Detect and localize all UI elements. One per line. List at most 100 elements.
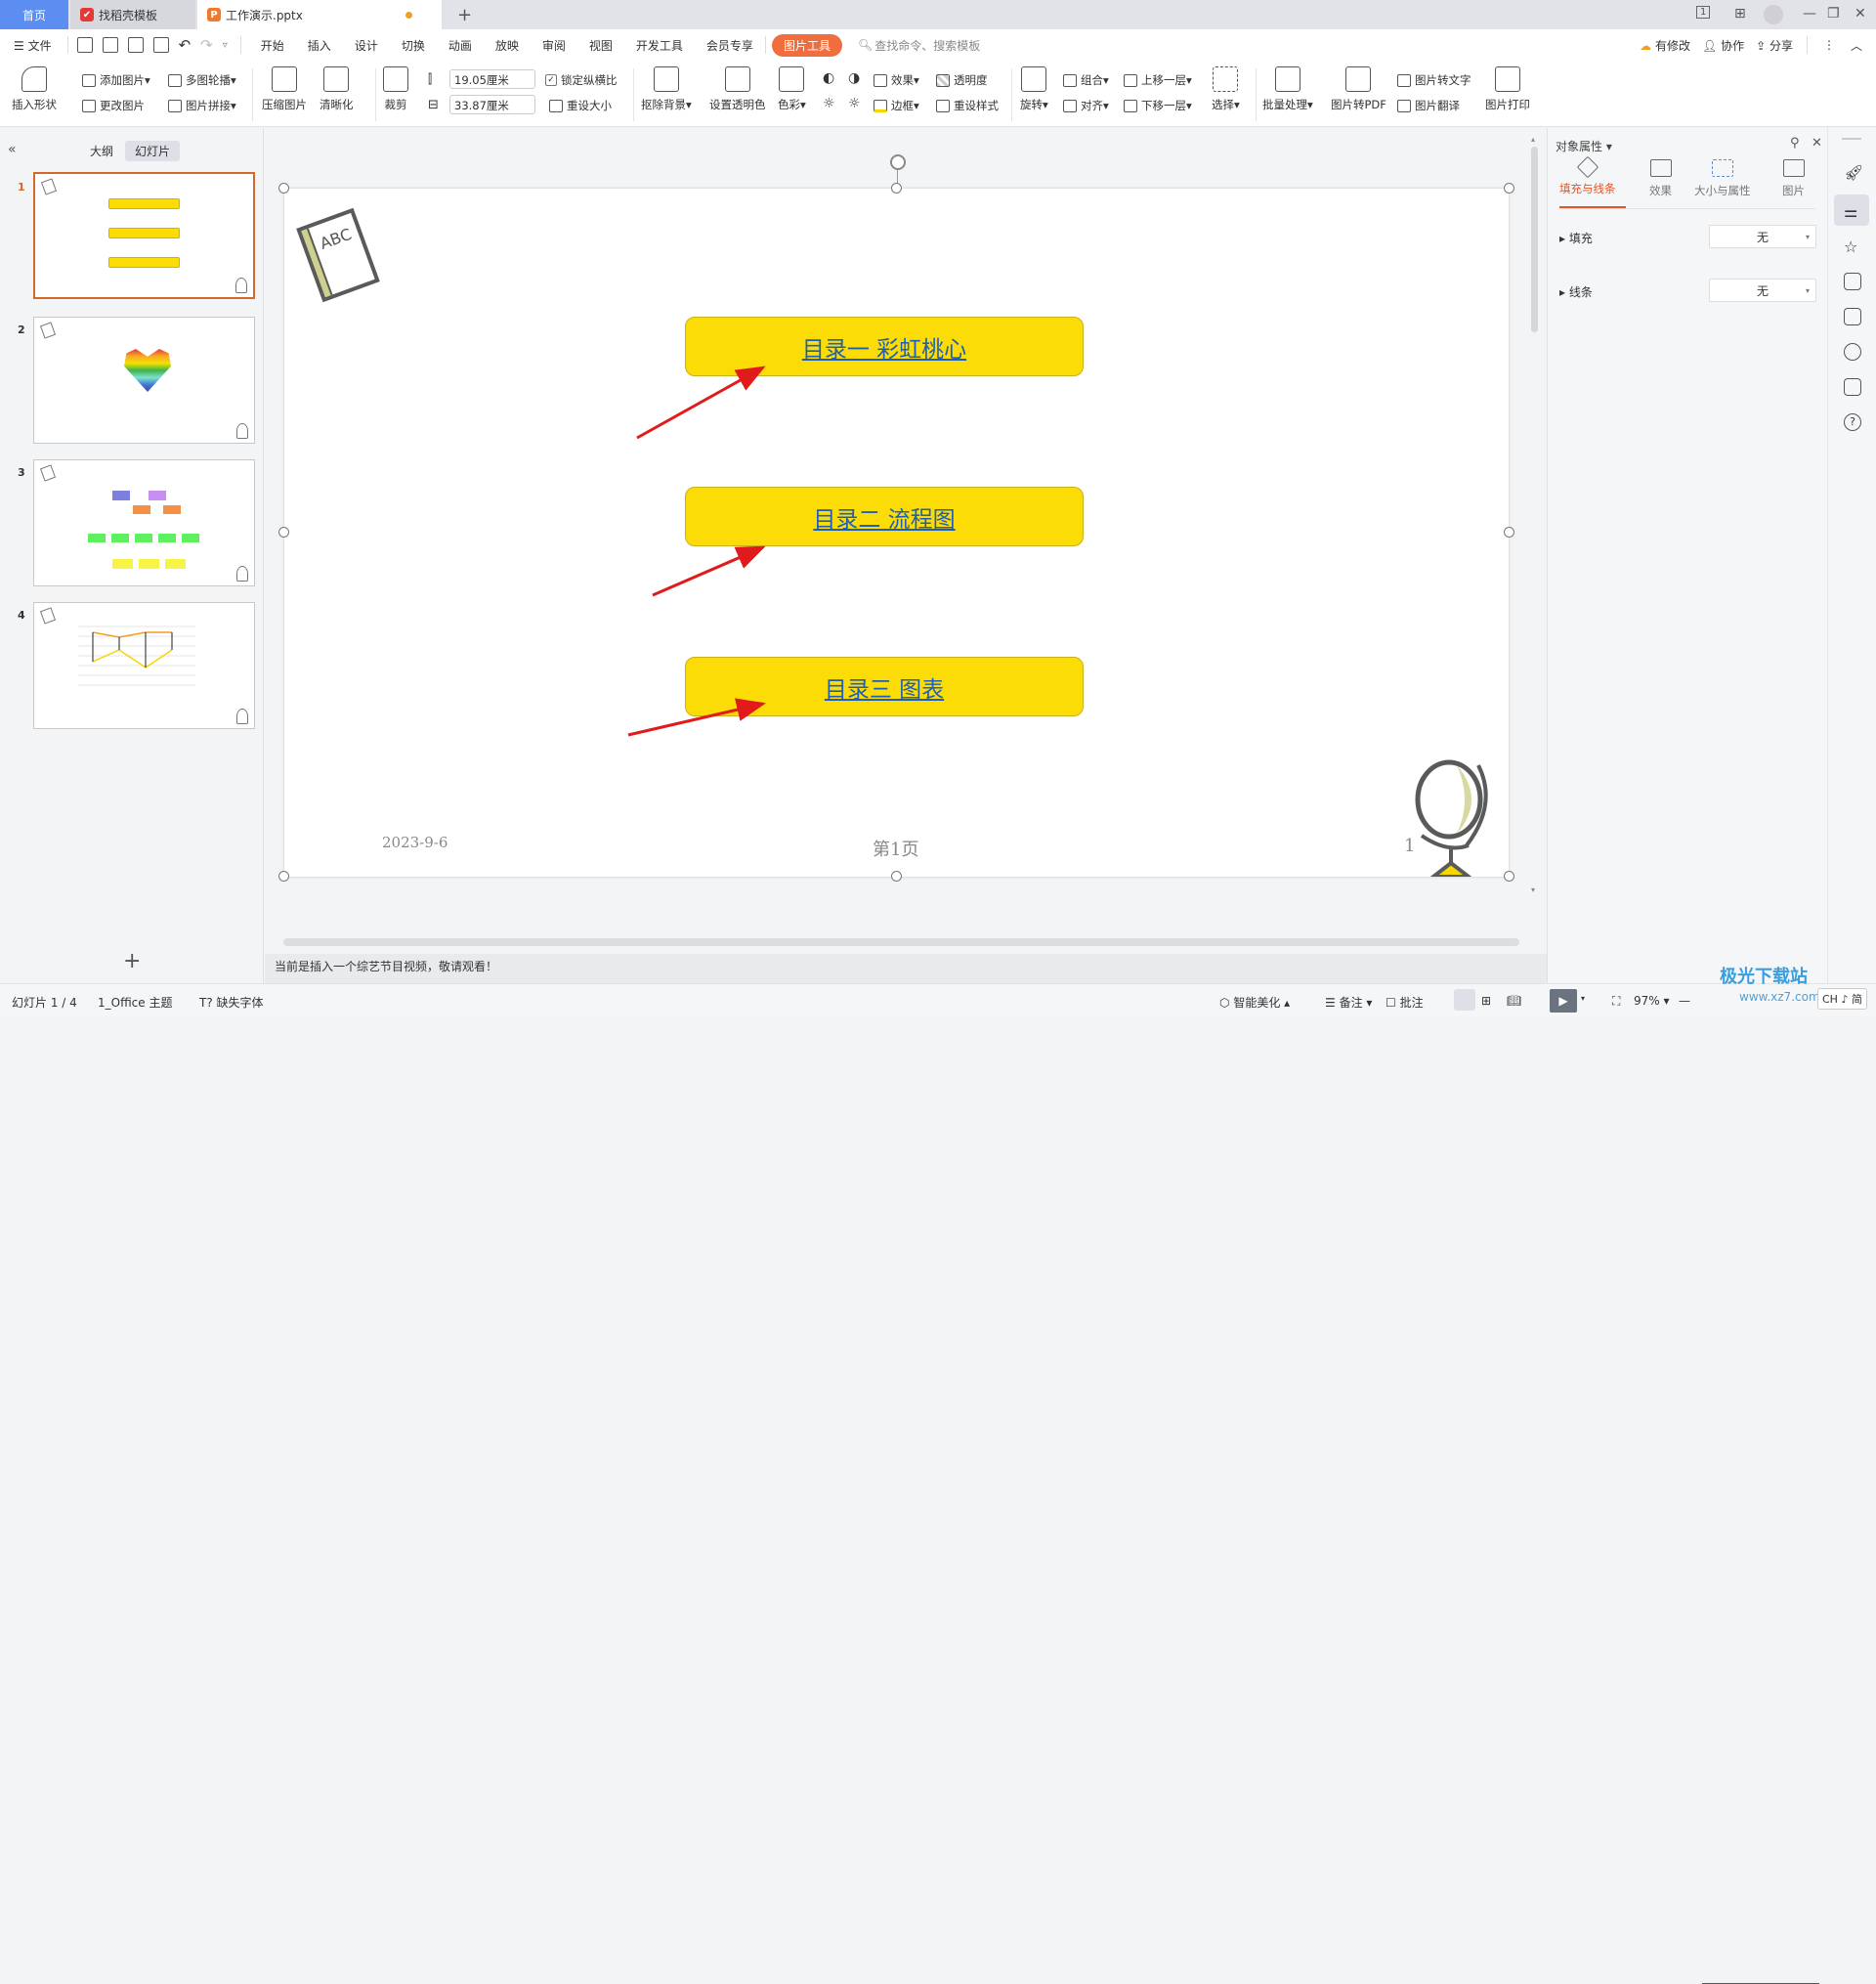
close-panel-icon[interactable]: ✕ [1812, 136, 1822, 151]
resize-handle-sw[interactable] [278, 871, 289, 882]
more-icon[interactable]: ⋮ [1823, 38, 1835, 52]
smart-beautify-button[interactable]: ⬡ 智能美化 ▴ [1219, 994, 1290, 1011]
color-button[interactable]: 色彩▾ [778, 61, 806, 112]
collapse-panel-icon[interactable]: « [8, 142, 17, 157]
export-icon[interactable] [102, 37, 118, 53]
resize-handle-n[interactable] [891, 183, 902, 194]
contrast-increase-icon[interactable]: ◐ [823, 70, 834, 86]
fill-section-toggle[interactable]: ▸ 填充 [1559, 230, 1593, 246]
tab-picture[interactable]: 图片 [1782, 159, 1805, 198]
menu-start[interactable]: 开始 [261, 37, 284, 54]
menu-animation[interactable]: 动画 [448, 37, 472, 54]
menu-member[interactable]: 会员专享 [706, 37, 753, 54]
tab-document[interactable]: P 工作演示.pptx [197, 0, 442, 29]
tab-size-properties[interactable]: 大小与属性 [1694, 159, 1751, 198]
share-button[interactable]: ⇪ 分享 [1756, 37, 1793, 54]
image-gallery-icon[interactable] [1844, 308, 1861, 325]
insert-shape-button[interactable]: 插入形状 [12, 61, 57, 112]
resize-handle-s[interactable] [891, 871, 902, 882]
slide[interactable]: ABC 目录一 彩虹桃心 目录二 流程图 目录三 图表 2023-9-6 第1页… [284, 189, 1509, 877]
undo-icon[interactable]: ↶ [179, 36, 192, 54]
picture-tools-tab[interactable]: 图片工具 [771, 33, 842, 57]
brightness-increase-icon[interactable]: ☼ [823, 96, 835, 111]
comments-button[interactable]: ☐ 批注 [1386, 994, 1424, 1011]
resize-handle-nw[interactable] [278, 183, 289, 194]
panel-title[interactable]: 对象属性 ▾ [1556, 138, 1612, 154]
user-avatar[interactable] [1764, 5, 1783, 24]
slide-thumbnail-2[interactable] [33, 317, 255, 444]
file-menu[interactable]: ☰ 文件 [14, 37, 52, 54]
border-button[interactable]: 边框 ▾ [874, 98, 919, 113]
collaborate-button[interactable]: 👤︎ 协作 [1702, 37, 1744, 54]
resize-handle-e[interactable] [1504, 527, 1514, 538]
redo-icon[interactable]: ↷ [200, 36, 213, 54]
slide-thumbnail-4[interactable] [33, 602, 255, 729]
slide-thumbnail-1[interactable] [33, 172, 255, 299]
slide-thumbnail-3[interactable] [33, 459, 255, 586]
line-dropdown[interactable]: 无 ▾ [1709, 279, 1816, 302]
tab-templates[interactable]: ✔ 找稻壳模板 [70, 0, 195, 29]
align-button[interactable]: 对齐 ▾ [1063, 98, 1109, 113]
remove-background-button[interactable]: 抠除背景▾ [641, 61, 692, 112]
print-preview-icon[interactable] [152, 37, 169, 53]
pin-icon[interactable]: ⚲ [1790, 136, 1800, 151]
modified-status[interactable]: ☁ 有修改 [1640, 37, 1690, 54]
vertical-scrollbar[interactable]: ▴ ▾ [1530, 135, 1539, 936]
add-slide-button[interactable]: + [123, 949, 141, 973]
carousel-button[interactable]: 多图轮播 ▾ [168, 72, 236, 88]
brightness-decrease-icon[interactable]: ☼ [848, 96, 861, 111]
reset-size-button[interactable]: 重设大小 [549, 98, 612, 113]
slide-sorter-icon[interactable]: ⊞ [1481, 994, 1491, 1008]
contrast-decrease-icon[interactable]: ◑ [848, 70, 860, 86]
fit-window-icon[interactable]: ⛶ [1612, 994, 1620, 1009]
slide-count-badge[interactable]: 1 [1696, 6, 1711, 19]
menu-slideshow[interactable]: 放映 [495, 37, 519, 54]
new-tab-button[interactable]: + [448, 0, 482, 29]
vertical-scroll-thumb[interactable] [1531, 147, 1538, 332]
close-button[interactable]: ✕ [1855, 6, 1866, 22]
compress-button[interactable]: 压缩图片 [262, 61, 307, 112]
bring-forward-button[interactable]: 上移一层 ▾ [1124, 72, 1192, 88]
effects-button[interactable]: 效果 ▾ [874, 72, 919, 88]
book-search-icon[interactable] [1844, 378, 1861, 396]
lightning-icon[interactable] [1844, 343, 1861, 361]
tab-home[interactable]: 首页 [0, 0, 68, 29]
transparency-button[interactable]: 透明度 [936, 72, 988, 88]
height-input[interactable]: 19.05厘米 [449, 69, 535, 89]
resize-handle-ne[interactable] [1504, 183, 1514, 194]
menu-developer[interactable]: 开发工具 [636, 37, 683, 54]
sharpen-button[interactable]: 清晰化 [320, 61, 354, 112]
restore-button[interactable]: ❐ [1827, 6, 1840, 22]
menu-insert[interactable]: 插入 [308, 37, 331, 54]
menu-design[interactable]: 设计 [355, 37, 378, 54]
tab-effects[interactable]: 效果 [1649, 159, 1672, 198]
play-slideshow-button[interactable]: ▶ [1550, 989, 1577, 1013]
menu-transition[interactable]: 切换 [402, 37, 425, 54]
slideshow-icon[interactable] [1844, 273, 1861, 290]
zoom-out-button[interactable]: — [1679, 994, 1690, 1008]
menu-review[interactable]: 审阅 [542, 37, 566, 54]
rotate-handle[interactable] [890, 154, 906, 170]
rotate-button[interactable]: 旋转▾ [1020, 61, 1048, 112]
normal-view-button[interactable] [1454, 989, 1475, 1011]
collapse-ribbon-icon[interactable]: ︿ [1851, 37, 1862, 54]
group-button[interactable]: 组合 ▾ [1063, 72, 1109, 88]
theme-name[interactable]: 1_Office 主题 [98, 994, 172, 1011]
sliders-icon[interactable]: ⚌ [1844, 202, 1861, 221]
tab-fill-line[interactable]: 填充与线条 [1559, 155, 1616, 196]
print-icon[interactable] [127, 37, 144, 53]
translate-button[interactable]: 图片翻译 [1397, 98, 1460, 113]
rocket-icon[interactable]: 🚀︎ [1844, 163, 1863, 182]
resize-handle-se[interactable] [1504, 871, 1514, 882]
scroll-up-icon[interactable]: ▴ [1531, 135, 1535, 144]
picture-stitch-button[interactable]: 图片拼接 ▾ [168, 98, 236, 113]
picture-print-button[interactable]: 图片打印 [1485, 61, 1530, 112]
batch-process-button[interactable]: 批量处理▾ [1262, 61, 1313, 112]
set-transparent-color-button[interactable]: 设置透明色 [709, 61, 766, 112]
notes-toggle-button[interactable]: ☰ 备注 ▾ [1325, 994, 1372, 1011]
send-backward-button[interactable]: 下移一层 ▾ [1124, 98, 1192, 113]
scroll-down-icon[interactable]: ▾ [1531, 885, 1535, 894]
reset-style-button[interactable]: 重设样式 [936, 98, 999, 113]
apps-grid-icon[interactable]: ⊞ [1734, 6, 1746, 22]
line-section-toggle[interactable]: ▸ 线条 [1559, 283, 1593, 300]
